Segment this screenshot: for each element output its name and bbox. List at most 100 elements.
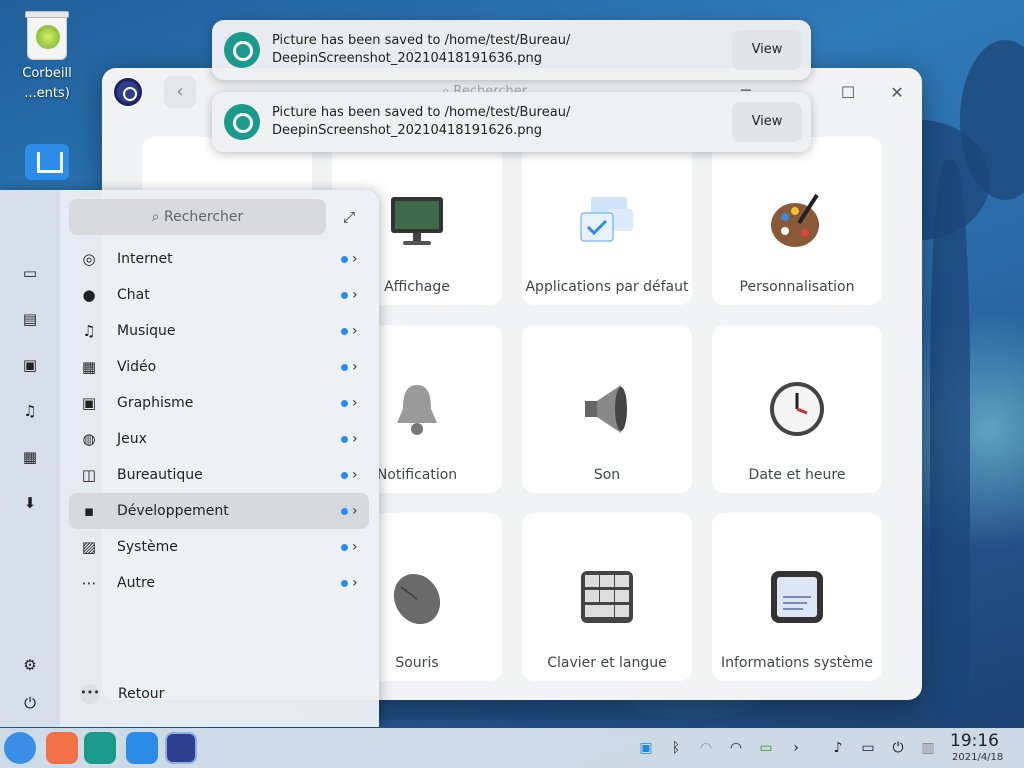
category-developpement[interactable]: ▪ Développement › xyxy=(69,493,369,529)
chevron-right-icon[interactable]: › xyxy=(786,738,806,758)
default-apps-icon xyxy=(580,197,633,242)
chevron-right-icon: › xyxy=(352,431,358,447)
tile-clavier-et-langue[interactable]: Clavier et langue xyxy=(522,513,692,681)
close-icon[interactable]: ✕ xyxy=(886,82,908,104)
launcher-icon[interactable] xyxy=(4,732,36,764)
view-button[interactable]: View xyxy=(732,30,802,70)
chevron-right-icon: › xyxy=(352,323,358,339)
wifi-icon[interactable]: ◠ xyxy=(726,738,746,758)
chevron-right-icon: › xyxy=(352,467,358,483)
trash-tray-icon[interactable]: ▥ xyxy=(918,738,938,758)
fullscreen-expand-icon[interactable]: ⤢ xyxy=(340,208,358,226)
tile-informations-systeme[interactable]: Informations système xyxy=(712,513,882,681)
chevron-right-icon: › xyxy=(352,251,358,267)
downloads-icon[interactable]: ⬇ xyxy=(21,494,39,512)
new-app-dot xyxy=(341,400,348,407)
category-jeux[interactable]: ◍ Jeux › xyxy=(69,421,369,457)
category-label: Système xyxy=(117,539,178,555)
category-label: Internet xyxy=(117,251,173,267)
trash-icon xyxy=(25,11,69,60)
new-app-dot xyxy=(341,508,348,515)
tile-date-et-heure[interactable]: Date et heure xyxy=(712,325,882,493)
category-video[interactable]: ▦ Vidéo › xyxy=(69,349,369,385)
chevron-right-icon: › xyxy=(352,539,358,555)
launcher-search-placeholder: Rechercher xyxy=(164,209,244,225)
app-store-icon[interactable] xyxy=(126,732,158,764)
chevron-right-icon: › xyxy=(352,395,358,411)
keyboard-icon xyxy=(581,571,633,623)
category-systeme[interactable]: ▨ Système › xyxy=(69,529,369,565)
new-app-dot xyxy=(341,544,348,551)
category-label: Bureautique xyxy=(117,467,203,483)
home-folder-icon xyxy=(25,144,69,180)
battery-icon[interactable]: ▭ xyxy=(756,738,776,758)
wifi-off-icon[interactable]: ◠ xyxy=(696,738,716,758)
document-icon[interactable]: ▤ xyxy=(21,310,39,328)
back-button[interactable]: ‹ xyxy=(164,76,196,108)
pictures-icon[interactable]: ▣ xyxy=(21,356,39,374)
launcher-side-rail: ▭ ▤ ▣ ♫ ▦ ⬇ ⚙ ⏻ xyxy=(0,190,60,727)
bluetooth-icon[interactable]: ᛒ xyxy=(666,738,686,758)
tile-son[interactable]: Son xyxy=(522,325,692,493)
notification-card: Picture has been saved to /home/test/Bur… xyxy=(212,92,811,152)
new-app-dot xyxy=(341,436,348,443)
chevron-right-icon: › xyxy=(352,575,358,591)
notification-bell-icon[interactable]: ♪ xyxy=(828,738,848,758)
screenshot-app-icon xyxy=(224,32,260,68)
file-manager-icon[interactable] xyxy=(84,732,116,764)
keyboard-layout-icon[interactable]: ▭ xyxy=(858,738,878,758)
control-center-icon[interactable] xyxy=(165,732,197,764)
category-label: Jeux xyxy=(117,431,147,447)
category-autre[interactable]: ⋯ Autre › xyxy=(69,565,369,601)
multitask-view-icon[interactable] xyxy=(46,732,78,764)
tile-label: Informations système xyxy=(720,655,873,671)
maximize-icon[interactable]: ☐ xyxy=(837,82,859,104)
category-bureautique[interactable]: ◫ Bureautique › xyxy=(69,457,369,493)
music-icon[interactable]: ♫ xyxy=(21,402,39,420)
launcher-search-input[interactable]: ⌕ Rechercher xyxy=(69,199,326,235)
computer-icon[interactable]: ▭ xyxy=(21,264,39,282)
bell-icon xyxy=(397,385,437,435)
category-internet[interactable]: ◎ Internet › xyxy=(69,241,369,277)
display-icon xyxy=(391,197,443,245)
category-label: Autre xyxy=(117,575,156,591)
category-label: Chat xyxy=(117,287,150,303)
chevron-right-icon: › xyxy=(352,503,358,519)
desktop-home-folder[interactable] xyxy=(12,144,82,180)
image-icon: ▣ xyxy=(81,394,97,412)
chat-icon: ● xyxy=(82,286,96,304)
clock-time[interactable]: 19:16 xyxy=(950,731,999,751)
desktop-trash[interactable]: Corbeill ...ents) xyxy=(12,11,82,104)
gamepad-icon: ◍ xyxy=(82,430,96,448)
screenshot-tray-icon[interactable]: ▣ xyxy=(636,738,656,758)
back-link[interactable]: Retour xyxy=(118,684,164,704)
new-app-dot xyxy=(341,292,348,299)
presentation-icon: ◫ xyxy=(81,466,97,484)
new-app-dot xyxy=(341,472,348,479)
notification-message: Picture has been saved to /home/test/Bur… xyxy=(272,33,571,48)
new-app-dot xyxy=(341,364,348,371)
power-icon[interactable]: ⏻ xyxy=(21,694,39,712)
tile-personnalisation[interactable]: Personnalisation xyxy=(712,137,882,305)
more-icon[interactable]: ••• xyxy=(80,684,100,704)
mouse-icon xyxy=(393,573,441,625)
category-graphisme[interactable]: ▣ Graphisme › xyxy=(69,385,369,421)
tile-label: Clavier et langue xyxy=(547,655,667,671)
settings-icon[interactable]: ⚙ xyxy=(21,656,39,674)
notification-filename: DeepinScreenshot_20210418191626.png xyxy=(272,123,543,138)
notification-card: Picture has been saved to /home/test/Bur… xyxy=(212,20,811,80)
palette-icon xyxy=(771,193,819,247)
chevron-right-icon: › xyxy=(352,287,358,303)
category-chat[interactable]: ● Chat › xyxy=(69,277,369,313)
new-app-dot xyxy=(341,580,348,587)
videos-icon[interactable]: ▦ xyxy=(21,448,39,466)
tile-applications-par-defaut[interactable]: Applications par défaut xyxy=(522,137,692,305)
power-icon[interactable]: ⏻ xyxy=(888,738,908,758)
clock-date[interactable]: 2021/4/18 xyxy=(952,752,1003,764)
taskbar: ▣ ᛒ ◠ ◠ ▭ › ♪ ▭ ⏻ ▥ 19:16 2021/4/18 xyxy=(0,728,1024,768)
clock-icon xyxy=(770,382,824,436)
notification-filename: DeepinScreenshot_20210418191636.png xyxy=(272,51,543,66)
screenshot-app-icon xyxy=(224,104,260,140)
category-musique[interactable]: ♫ Musique › xyxy=(69,313,369,349)
view-button[interactable]: View xyxy=(732,102,802,142)
